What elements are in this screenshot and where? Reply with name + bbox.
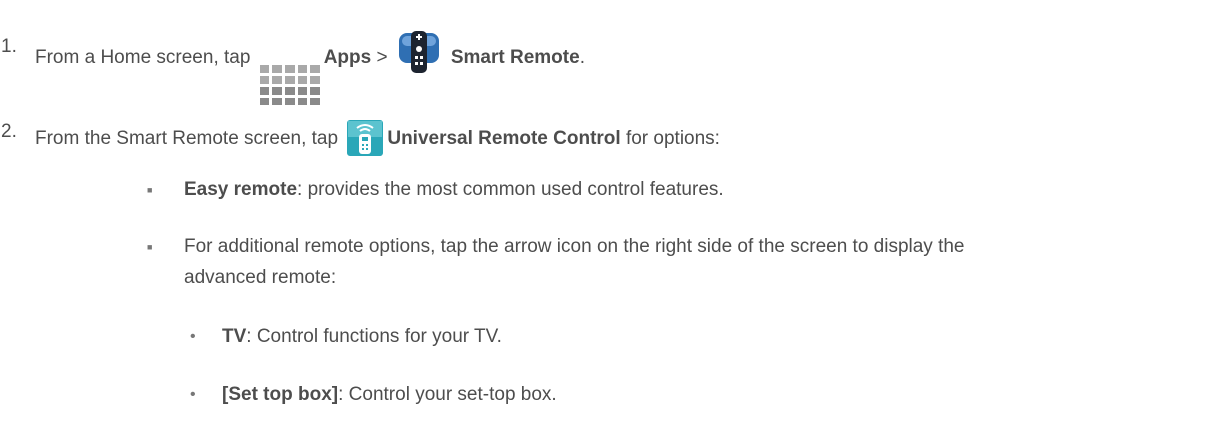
step-1-separator: > <box>371 47 393 68</box>
dot-bullet-icon: • <box>190 386 196 403</box>
apps-label: Apps <box>323 47 372 68</box>
tv-text: : Control functions for your TV. <box>246 326 502 347</box>
set-top-box-label: [Set top box] <box>222 384 339 405</box>
dot-bullet-icon: • <box>190 328 196 345</box>
square-bullet-icon: ■ <box>147 242 153 252</box>
smart-remote-label: Smart Remote <box>450 47 580 68</box>
step-1-number: 1. <box>1 36 17 57</box>
additional-options-line-2: advanced remote: <box>184 267 337 288</box>
step-2-number: 2. <box>1 121 17 142</box>
universal-remote-label: Universal Remote Control <box>387 128 621 149</box>
step-2-prefix: From the Smart Remote screen, tap <box>35 128 344 149</box>
square-bullet-icon: ■ <box>147 185 153 195</box>
easy-remote-label: Easy remote <box>184 179 298 200</box>
easy-remote-text: : provides the most common used control … <box>297 179 724 200</box>
universal-remote-icon <box>347 120 384 163</box>
smart-remote-app-icon <box>397 27 447 84</box>
set-top-box-text: : Control your set-top box. <box>338 384 557 405</box>
step-2-suffix: for options: <box>620 128 720 149</box>
tv-label: TV <box>222 326 247 347</box>
apps-grid-icon <box>259 52 320 106</box>
additional-options-line-1: For additional remote options, tap the a… <box>184 236 965 257</box>
step-1-suffix: . <box>579 47 585 68</box>
step-1-prefix: From a Home screen, tap <box>35 47 256 68</box>
